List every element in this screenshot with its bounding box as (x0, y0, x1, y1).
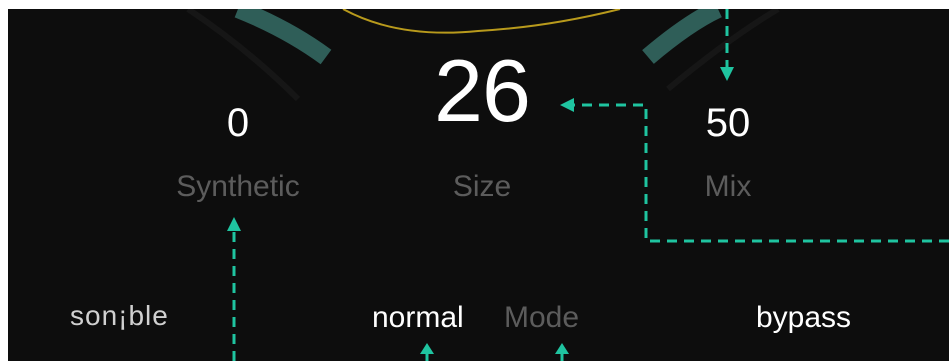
left-knob-arc (234, 9, 332, 65)
size-value: 26 (434, 41, 531, 140)
right-knob-arc (642, 9, 722, 64)
mix-label: Mix (704, 170, 752, 203)
annotation-arrowhead-mix (720, 67, 734, 81)
annotation-arrowhead-mode-value (420, 343, 434, 354)
bypass-button[interactable]: bypass (756, 303, 851, 333)
yellow-curve (342, 9, 621, 34)
synthetic-value: 0 (226, 101, 250, 145)
mode-value-button[interactable]: normal (372, 303, 464, 333)
mix-value: 50 (705, 101, 751, 145)
synthetic-label: Synthetic (176, 170, 300, 203)
annotation-arrowhead-mode-label (555, 343, 569, 354)
plugin-panel: 0 26 50 Synthetic Size Mix son¡ble norma… (8, 9, 949, 361)
annotation-arrowhead-size (560, 98, 574, 112)
sonible-logo: son¡ble (70, 300, 169, 331)
mode-label: Mode (504, 301, 580, 334)
annotation-arrowhead-synthetic (227, 217, 241, 231)
size-label: Size (452, 170, 512, 203)
